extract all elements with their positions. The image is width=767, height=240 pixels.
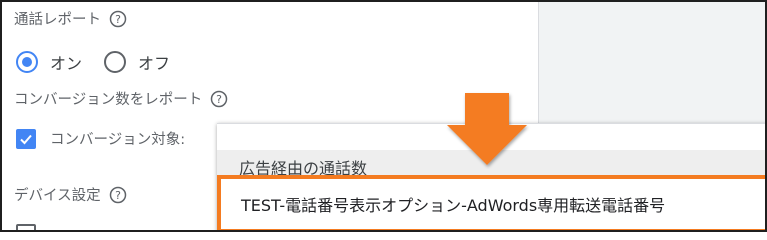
conversion-checkbox[interactable] <box>16 128 36 149</box>
device-settings-heading: デバイス設定 ? <box>14 184 127 205</box>
svg-text:?: ? <box>115 189 121 202</box>
help-icon[interactable]: ? <box>210 90 228 108</box>
device-checkbox[interactable] <box>16 224 36 230</box>
help-icon[interactable]: ? <box>109 186 127 204</box>
dropdown-option-label: TEST-電話番号表示オプション-AdWords専用転送電話番号 <box>241 196 666 215</box>
highlighted-dropdown-option[interactable]: TEST-電話番号表示オプション-AdWords専用転送電話番号 <box>217 175 765 230</box>
radio-on[interactable] <box>16 51 38 73</box>
radio-off[interactable] <box>104 51 126 73</box>
call-report-off-option[interactable]: オフ <box>104 50 170 74</box>
call-report-title: 通話レポート <box>14 12 101 28</box>
check-icon <box>20 134 32 144</box>
svg-text:?: ? <box>216 93 222 106</box>
device-settings-title: デバイス設定 <box>14 188 101 204</box>
device-checkbox-row[interactable] <box>16 224 36 230</box>
settings-panel: 通話レポート ? オン オフ コンバージョン数をレポート ? コンバージョン対象… <box>0 0 767 232</box>
svg-text:?: ? <box>115 13 121 26</box>
down-arrow-icon <box>443 91 531 173</box>
conversion-report-heading: コンバージョン数をレポート ? <box>14 88 228 109</box>
conversion-target-label: コンバージョン対象: <box>50 132 186 148</box>
radio-off-label: オフ <box>138 54 171 73</box>
call-report-heading: 通話レポート ? <box>14 8 127 29</box>
conversion-report-title: コンバージョン数をレポート <box>14 92 203 108</box>
help-icon[interactable]: ? <box>109 10 127 28</box>
call-report-on-option[interactable]: オン <box>16 50 82 74</box>
conversion-target-row[interactable]: コンバージョン対象: <box>16 128 185 149</box>
radio-on-label: オン <box>50 54 83 73</box>
